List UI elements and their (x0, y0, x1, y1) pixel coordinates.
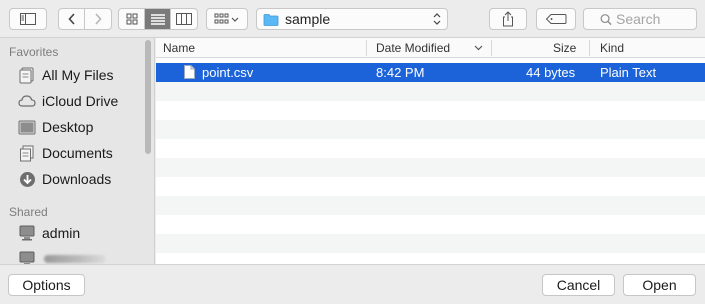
cancel-button[interactable]: Cancel (542, 274, 615, 296)
column-divider[interactable] (491, 40, 492, 56)
search-field[interactable] (583, 8, 697, 30)
sidebar-item-documents[interactable]: Documents (0, 140, 145, 166)
sidebar-item-label: All My Files (42, 67, 114, 83)
tag-icon (545, 14, 567, 24)
redacted-name (44, 255, 106, 263)
sidebar-item-label: Desktop (42, 119, 94, 135)
path-popup[interactable]: sample (256, 8, 448, 30)
forward-chevron-icon (95, 13, 102, 25)
back-button[interactable] (59, 9, 85, 29)
tag-button[interactable] (536, 8, 576, 30)
file-size: 44 bytes (526, 65, 576, 80)
view-mode-control (118, 8, 198, 30)
sidebar-item-label: Downloads (42, 171, 112, 187)
favorites-header: Favorites (9, 45, 59, 59)
file-name: point.csv (202, 65, 254, 80)
column-divider[interactable] (366, 40, 367, 56)
cloud-icon (16, 91, 38, 111)
toolbar: sample (0, 0, 705, 38)
document-icon (184, 65, 195, 79)
arrange-grid-icon (214, 13, 239, 24)
list-view-icon (150, 14, 165, 25)
list-view-button[interactable] (145, 9, 171, 29)
icon-view-button[interactable] (119, 9, 145, 29)
empty-row (156, 139, 705, 158)
file-date: 8:42 PM (376, 65, 425, 80)
file-kind: Plain Text (600, 65, 657, 80)
empty-row (156, 82, 705, 101)
sort-chevron-icon (474, 45, 483, 51)
column-divider[interactable] (589, 40, 590, 56)
arrange-button[interactable] (206, 8, 248, 30)
popup-arrows-icon (433, 13, 441, 25)
sidebar-item-redacted-computer[interactable] (0, 246, 145, 264)
sidebar-item-icloud-drive[interactable]: iCloud Drive (0, 88, 145, 114)
sidebar-scrollbar[interactable] (145, 40, 151, 154)
file-list: Name Date Modified Size Kind point.csv 8… (156, 38, 705, 264)
search-input[interactable] (616, 11, 696, 27)
sidebar-item-all-my-files[interactable]: All My Files (0, 62, 145, 88)
empty-row (156, 120, 705, 139)
sidebar-item-desktop[interactable]: Desktop (0, 114, 145, 140)
computer-icon (16, 223, 38, 243)
desktop-icon (16, 117, 38, 137)
nav-buttons (58, 8, 112, 30)
back-chevron-icon (67, 13, 75, 25)
path-label: sample (285, 11, 331, 27)
magnifier-icon (600, 13, 612, 25)
sidebar-item-label: admin (42, 225, 81, 241)
downloads-icon (16, 169, 38, 189)
open-button[interactable]: Open (623, 274, 696, 296)
bottom-bar: Options Cancel Open (0, 264, 705, 304)
empty-row (156, 253, 705, 264)
documents-icon (16, 143, 38, 163)
sidebar-item-label: iCloud Drive (42, 93, 119, 109)
options-button[interactable]: Options (8, 274, 85, 296)
sidebar-toggle-icon (20, 13, 36, 25)
sidebar-item-downloads[interactable]: Downloads (0, 166, 145, 192)
sidebar-item-admin[interactable]: admin (0, 220, 145, 246)
empty-row (156, 101, 705, 120)
folder-icon (263, 13, 279, 26)
column-view-icon (176, 13, 192, 25)
column-name-header[interactable]: Name (163, 38, 195, 58)
all-files-icon (16, 65, 38, 85)
column-view-button[interactable] (171, 9, 197, 29)
shared-header: Shared (9, 205, 48, 219)
empty-row (156, 196, 705, 215)
table-row[interactable]: point.csv 8:42 PM 44 bytes Plain Text (156, 63, 705, 82)
sidebar-item-label: Documents (42, 145, 113, 161)
icon-view-icon (126, 13, 137, 25)
empty-row (156, 177, 705, 196)
sidebar-toggle-button[interactable] (9, 8, 47, 30)
sidebar: Favorites All My Files iCloud Drive Desk… (0, 38, 155, 264)
column-date-header[interactable]: Date Modified (376, 38, 450, 58)
column-kind-header[interactable]: Kind (600, 38, 624, 58)
column-size-header[interactable]: Size (553, 38, 576, 58)
share-button[interactable] (489, 8, 527, 30)
empty-row (156, 158, 705, 177)
column-header: Name Date Modified Size Kind (156, 38, 705, 58)
empty-row (156, 234, 705, 253)
empty-row (156, 215, 705, 234)
computer-icon (16, 249, 38, 264)
forward-button[interactable] (85, 9, 111, 29)
share-icon (503, 11, 513, 27)
